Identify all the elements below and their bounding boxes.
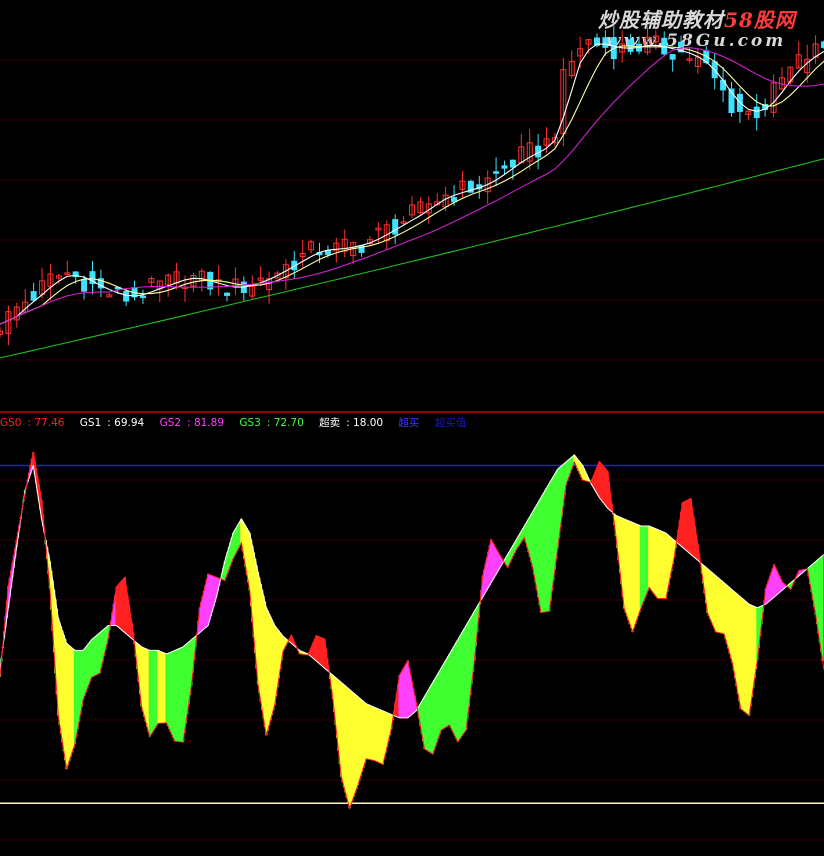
legend-gs1: GS1: 69.94 <box>79 417 145 429</box>
candle-body <box>123 291 130 302</box>
legend-overbought-value: 超买值 <box>434 417 467 429</box>
ma-longest-line <box>0 158 824 359</box>
indicator-legend: GS0: 77.46 GS1: 69.94 GS2: 81.89 GS3: 72… <box>0 415 478 430</box>
candle-body <box>81 279 88 292</box>
candle-body <box>324 250 331 255</box>
candle-body <box>30 291 37 301</box>
candle-body <box>602 37 609 48</box>
candle-body <box>493 171 500 174</box>
legend-gs2: GS2: 81.89 <box>159 417 224 429</box>
candle-body <box>509 159 516 168</box>
ma-mid-line <box>0 45 824 325</box>
candle-body <box>669 54 676 60</box>
legend-gs0: GS0: 77.46 <box>0 417 65 429</box>
candle-body <box>753 106 760 119</box>
candle-body <box>501 165 508 169</box>
legend-gs3: GS3: 72.70 <box>239 417 304 429</box>
legend-oversold: 超卖: 18.00 <box>319 417 384 429</box>
candle-body <box>392 219 399 235</box>
legend-overbought: 超买 <box>398 417 420 429</box>
ma-short-line <box>0 43 824 325</box>
candle-body <box>720 79 727 91</box>
candle-body <box>224 292 231 296</box>
ma-long-line <box>0 47 824 325</box>
candle-body <box>139 295 146 299</box>
